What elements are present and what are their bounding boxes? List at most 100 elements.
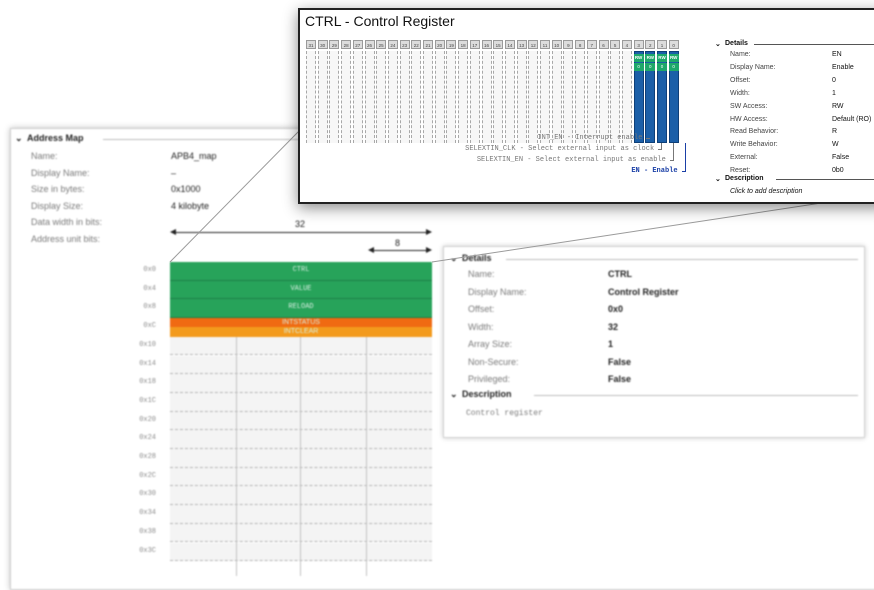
field-detail-value: Default (RO): [832, 115, 872, 123]
bit-column: [540, 51, 550, 143]
bit-column: [364, 51, 375, 143]
bit-number: 27: [352, 40, 363, 49]
field-detail-value: R: [832, 128, 838, 136]
field-label[interactable]: EN - Enable: [631, 167, 677, 175]
bit-column: [563, 51, 574, 143]
field-detail-value: Enable: [832, 63, 854, 71]
access-label: RW: [657, 54, 667, 62]
register-popup: CTRL - Control Register 31 30 29 28 27 26 25 24…: [298, 8, 874, 204]
field-description-collapse-icon[interactable]: ⌄: [715, 175, 721, 183]
field-detail-label: Width:: [730, 89, 750, 97]
bit-number: 12: [528, 40, 539, 49]
field-label[interactable]: SELEXTIN_CLK - Select external input as …: [465, 145, 654, 153]
bit-column: [317, 51, 328, 143]
leader-tick: [658, 149, 663, 150]
bit-column: [387, 51, 398, 143]
bit-number: 16: [481, 40, 492, 49]
bit-number: 30: [317, 40, 328, 49]
bit-number: 9: [563, 40, 574, 49]
bit-number: 25: [376, 40, 387, 49]
field-label[interactable]: INT_EN - Interrupt enable: [537, 134, 642, 142]
bit-number: 3: [633, 40, 644, 49]
field-detail-value: 1: [832, 89, 836, 97]
bit-number: 19: [446, 40, 457, 49]
bit-column: [352, 51, 363, 143]
field-detail-value: 0: [832, 76, 836, 84]
bit-number: 8: [575, 40, 586, 49]
bit-column: [516, 51, 527, 143]
bit-column: [493, 51, 504, 143]
leader-line: [684, 143, 686, 172]
bit-column: [598, 51, 609, 143]
bit-number: 15: [493, 40, 504, 49]
bit-column: [329, 51, 340, 143]
leader-tick: [669, 160, 674, 161]
bit-column: [458, 51, 469, 143]
bit-column: [575, 51, 586, 143]
leader-tick: [646, 138, 651, 139]
field-description-title: Description: [725, 175, 764, 182]
bit-number: 24: [387, 40, 398, 49]
field-detail-label: Reset:: [730, 167, 751, 175]
bit-column: [469, 51, 480, 143]
reset-value: 0: [657, 63, 667, 71]
bit-number: 26: [364, 40, 375, 49]
access-label: RW: [645, 54, 656, 62]
bit-column: [341, 51, 352, 143]
bit-number: 4: [621, 40, 632, 49]
bit-column: [423, 51, 433, 143]
field-detail-value: False: [832, 154, 850, 162]
field-details-collapse-icon[interactable]: ⌄: [715, 40, 721, 48]
field-detail-label: Display Name:: [730, 63, 776, 71]
reset-value: 0: [668, 63, 679, 71]
field-detail-value: RW: [832, 102, 844, 110]
leader-line: [672, 143, 674, 161]
bit-number: 1: [657, 40, 667, 49]
reset-value: 0: [633, 63, 644, 71]
field-label[interactable]: SELEXTIN_EN - Select external input as e…: [477, 156, 666, 164]
field-detail-label: External:: [730, 154, 758, 162]
field-detail-value: EN: [832, 51, 842, 58]
bit-number: 14: [504, 40, 515, 49]
bit-number: 22: [411, 40, 422, 49]
bit-column: [504, 51, 515, 143]
add-description-link[interactable]: Click to add description: [730, 188, 802, 195]
bit-number: 20: [434, 40, 445, 49]
field-detail-label: Write Behavior:: [730, 141, 778, 149]
bit-column: [621, 51, 632, 143]
bit-number: 21: [423, 40, 433, 49]
field-details-title: Details: [725, 40, 748, 47]
bit-column: [586, 51, 597, 143]
bit-number: 28: [341, 40, 352, 49]
bit-column: [610, 51, 621, 143]
field-detail-value: W: [832, 141, 839, 149]
bit-column: [306, 51, 316, 143]
field-detail-label: Read Behavior:: [730, 128, 779, 136]
bit-number: 13: [516, 40, 527, 49]
bit-column: [551, 51, 562, 143]
bit-number: 17: [469, 40, 480, 49]
bit-number: 11: [540, 40, 550, 49]
bit-number: 23: [399, 40, 410, 49]
bit-number: 7: [586, 40, 597, 49]
popup-title: CTRL - Control Register: [305, 13, 455, 29]
bit-column: [446, 51, 457, 143]
bit-number: 5: [610, 40, 621, 49]
field-detail-value: 0b0: [832, 167, 844, 175]
leader-tick: [681, 171, 686, 172]
field-detail-label: Offset:: [730, 76, 751, 84]
bit-number: 10: [551, 40, 562, 49]
bit-number: 18: [458, 40, 469, 49]
bit-number: 29: [329, 40, 340, 49]
bit-column: [528, 51, 539, 143]
bit-number: 0: [668, 40, 679, 49]
access-label: RW: [668, 54, 679, 62]
field-detail-label: HW Access:: [730, 115, 768, 123]
reset-value: 0: [645, 63, 656, 71]
bit-column: [399, 51, 410, 143]
bit-column: [481, 51, 492, 143]
field-detail-label: SW Access:: [730, 102, 768, 110]
bit-number: 6: [598, 40, 609, 49]
bit-number: 31: [306, 40, 316, 49]
bit-number: 2: [645, 40, 656, 49]
